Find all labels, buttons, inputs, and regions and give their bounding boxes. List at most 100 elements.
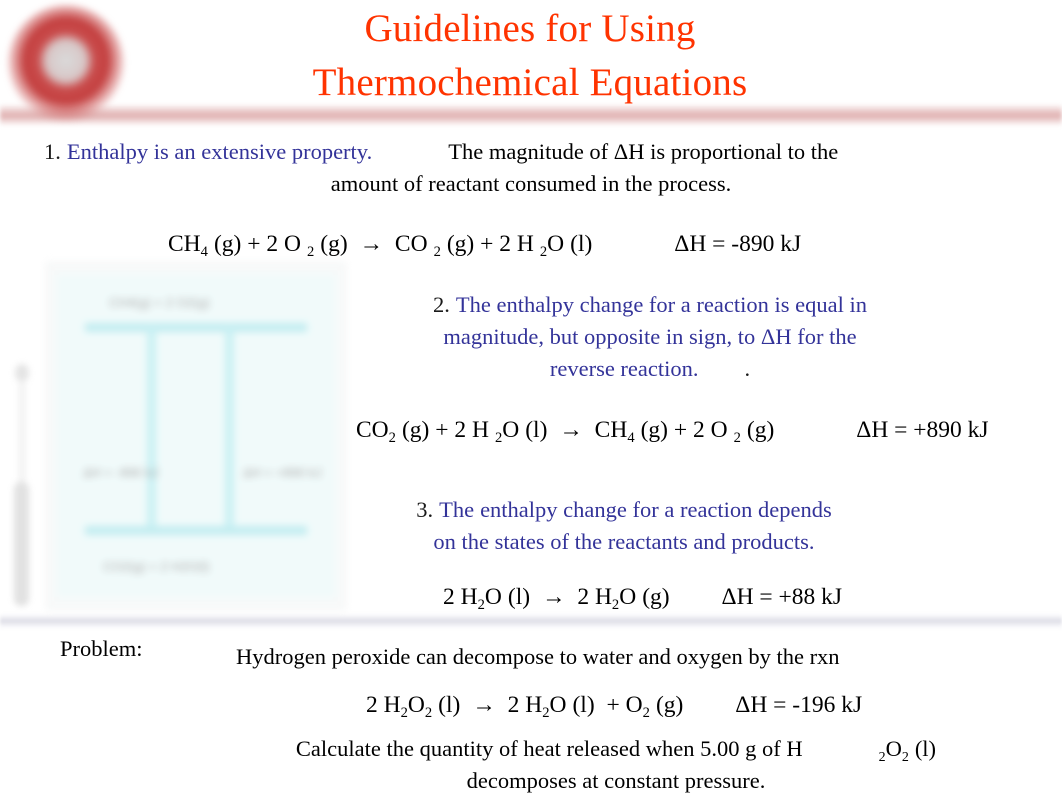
sidebar-blob xyxy=(14,482,29,606)
eq4-product-2: O xyxy=(625,692,643,718)
eq4-product-1-state: (l) xyxy=(572,692,595,718)
eq4-reactant-a: H xyxy=(383,692,401,718)
slide: Guidelines for Using Thermochemical Equa… xyxy=(0,0,1062,797)
eq4-delta-h: ΔH = -196 kJ xyxy=(735,692,863,718)
eq2-reactant-2-state: (l) xyxy=(525,417,548,443)
guideline-3-line-1: 3. The enthalpy change for a reaction depe… xyxy=(356,494,892,526)
figure-label-right: ΔH = +890 kJ xyxy=(243,465,322,480)
lower-divider-band xyxy=(0,614,1062,630)
problem-question-text-b: O xyxy=(885,736,902,761)
eq1-reactant-1-state: (g) xyxy=(213,231,242,257)
problem-question-line-1: Calculate the quantity of heat released … xyxy=(170,733,1062,765)
eq2-plus-1: + xyxy=(435,417,449,443)
figure-label-top: CH4(g) + 2 O2(g) xyxy=(109,295,210,310)
figure-label-left: ΔH = -890 kJ xyxy=(83,465,159,480)
eq3-product-coef: 2 xyxy=(577,584,590,610)
eq1-reactant-2-sub: 2 xyxy=(306,244,315,261)
page-title-line-1: Guidelines for Using xyxy=(364,7,696,50)
eq2-product-2-sub: 2 xyxy=(733,430,741,447)
eq3-reactant-state: (l) xyxy=(507,584,531,610)
eq4-product-1-a: H xyxy=(525,692,543,718)
guideline-3-number: 3. xyxy=(416,497,434,522)
eq1-arrow: → xyxy=(359,231,384,257)
guideline-2: 2. The enthalpy change for a reaction is … xyxy=(360,289,940,385)
guideline-3-text-1b: enthalpy change for a reaction depends xyxy=(480,497,832,522)
eq2-product-1-sub: 4 xyxy=(627,430,635,447)
sidebar-stem xyxy=(19,380,25,484)
problem-question: Calculate the quantity of heat released … xyxy=(170,733,1062,797)
eq4-product-2-state: (g) xyxy=(655,692,684,718)
eq2-arrow: → xyxy=(559,417,583,443)
guideline-2-number: 2. xyxy=(433,292,450,317)
red-ring-logo-icon xyxy=(8,5,124,121)
eq4-product-1-b: O xyxy=(549,692,567,718)
guideline-3: 3. The enthalpy change for a reaction depe… xyxy=(356,494,892,558)
eq1-reactant-1-sub: 4 xyxy=(200,244,208,261)
eq4-reactant-b: O xyxy=(407,692,425,718)
guideline-1-text-line-2: amount of reactant consumed in the proce… xyxy=(330,171,732,196)
figure-arrow-down xyxy=(147,328,156,531)
eq1-product-1-sub: 2 xyxy=(433,244,441,261)
guideline-1: 1. Enthalpy is an extensive property. The … xyxy=(38,136,1024,200)
eq4-plus: + xyxy=(606,692,620,718)
eq1-product-1: CO xyxy=(394,231,428,257)
eq1-product-2-b: O xyxy=(547,231,565,257)
guideline-3-line-2: on the states of the reactants and produ… xyxy=(433,529,815,554)
eq3-reactant-a: H xyxy=(460,584,478,610)
eq2-reactant-2-coef: 2 xyxy=(454,417,467,443)
guideline-2-trailing-period: . xyxy=(744,356,751,381)
eq3-arrow: → xyxy=(541,584,566,610)
eq3-product-b: O xyxy=(619,584,637,610)
eq2-reactant-1-state: (g) xyxy=(401,417,430,443)
problem-question-sub-2: 2 xyxy=(901,749,909,765)
eq1-delta-h: ΔH = -890 kJ xyxy=(674,231,802,257)
problem-question-sub-1: 2 xyxy=(878,749,886,765)
eq4-arrow: → xyxy=(472,692,496,718)
figure-arrow-up xyxy=(225,328,234,531)
eq2-product-1-state: (g) xyxy=(640,417,669,443)
eq1-reactant-2-state: (g) xyxy=(320,231,348,257)
eq4-product-1-coef: 2 xyxy=(507,692,520,718)
eq4-reactant-sub-1: 2 xyxy=(400,705,408,722)
eq2-product-2-coef: 2 xyxy=(693,417,705,443)
guideline-2-line-1: 2. The enthalpy change for a reaction is … xyxy=(360,289,940,321)
guideline-2-line-2: magnitude, but opposite in sign, to ΔH f… xyxy=(443,324,857,349)
guideline-2-line-3: reverse reaction.. xyxy=(360,353,940,385)
eq2-product-2-state: (g) xyxy=(746,417,775,443)
eq1-plus-2: + xyxy=(480,231,494,257)
equation-2: CO2 (g) + 2 H 2O (l) → CH4 (g) + 2 O 2 (g) ΔH … xyxy=(356,415,989,445)
eq2-delta-h: ΔH = +890 kJ xyxy=(856,417,989,443)
enthalpy-diagram-image: CH4(g) + 2 O2(g) ΔH = -890 kJ ΔH = +890 … xyxy=(46,262,346,610)
problem-question-text-a: Calculate the quantity of heat released … xyxy=(295,736,803,761)
problem-label: Problem: xyxy=(60,636,143,661)
guideline-1-text-line-1: The magnitude of ΔH is proportional to t… xyxy=(448,139,839,164)
eq3-reactant-sub: 2 xyxy=(477,597,485,614)
eq3-reactant-coef: 2 xyxy=(443,584,455,610)
slide-header: Guidelines for Using Thermochemical Equa… xyxy=(0,0,1062,126)
figure-label-bottom: CO2(g) + 2 H2O(l) xyxy=(103,559,210,574)
eq2-reactant-1: CO xyxy=(356,417,389,443)
guideline-1-first-line: 1. Enthalpy is an extensive property. The … xyxy=(38,136,1024,168)
guideline-1-number: 1. xyxy=(44,139,61,164)
figure-level-bar-top xyxy=(85,323,307,332)
guideline-2-text-3: reverse reaction. xyxy=(549,356,699,381)
eq1-product-2-coef: 2 xyxy=(499,231,512,257)
enthalpy-diagram-inner: CH4(g) + 2 O2(g) ΔH = -890 kJ ΔH = +890 … xyxy=(57,275,335,597)
problem-question-line-2: decomposes at constant pressure. xyxy=(466,768,766,793)
eq3-product-a: H xyxy=(594,584,612,610)
eq3-delta-h: ΔH = +88 kJ xyxy=(721,584,843,610)
page-title-line-2: Thermochemical Equations xyxy=(312,61,748,104)
eq1-reactant-2-coef: 2 xyxy=(266,231,279,257)
eq4-reactant-state: (l) xyxy=(438,692,461,718)
eq3-product-state: (g) xyxy=(642,584,670,610)
eq4-reactant-sub-2: 2 xyxy=(424,705,433,722)
equation-1: CH4 (g) + 2 O 2 (g) → CO 2 (g) + 2 H 2O (l) ΔH … xyxy=(168,229,801,259)
problem-statement: Hydrogen peroxide can decompose to water… xyxy=(236,644,840,669)
guideline-1-heading: Enthalpy is an extensive property. xyxy=(66,139,373,164)
eq2-product-1: CH xyxy=(594,417,628,443)
figure-sidebar-artifact xyxy=(14,362,30,610)
figure-level-bar-bottom xyxy=(85,526,307,535)
guideline-3-text-1a: The xyxy=(439,497,475,522)
guideline-2-text-1: The enthalpy change for a reaction is eq… xyxy=(455,292,867,317)
eq2-reactant-2-a: H xyxy=(471,417,489,443)
